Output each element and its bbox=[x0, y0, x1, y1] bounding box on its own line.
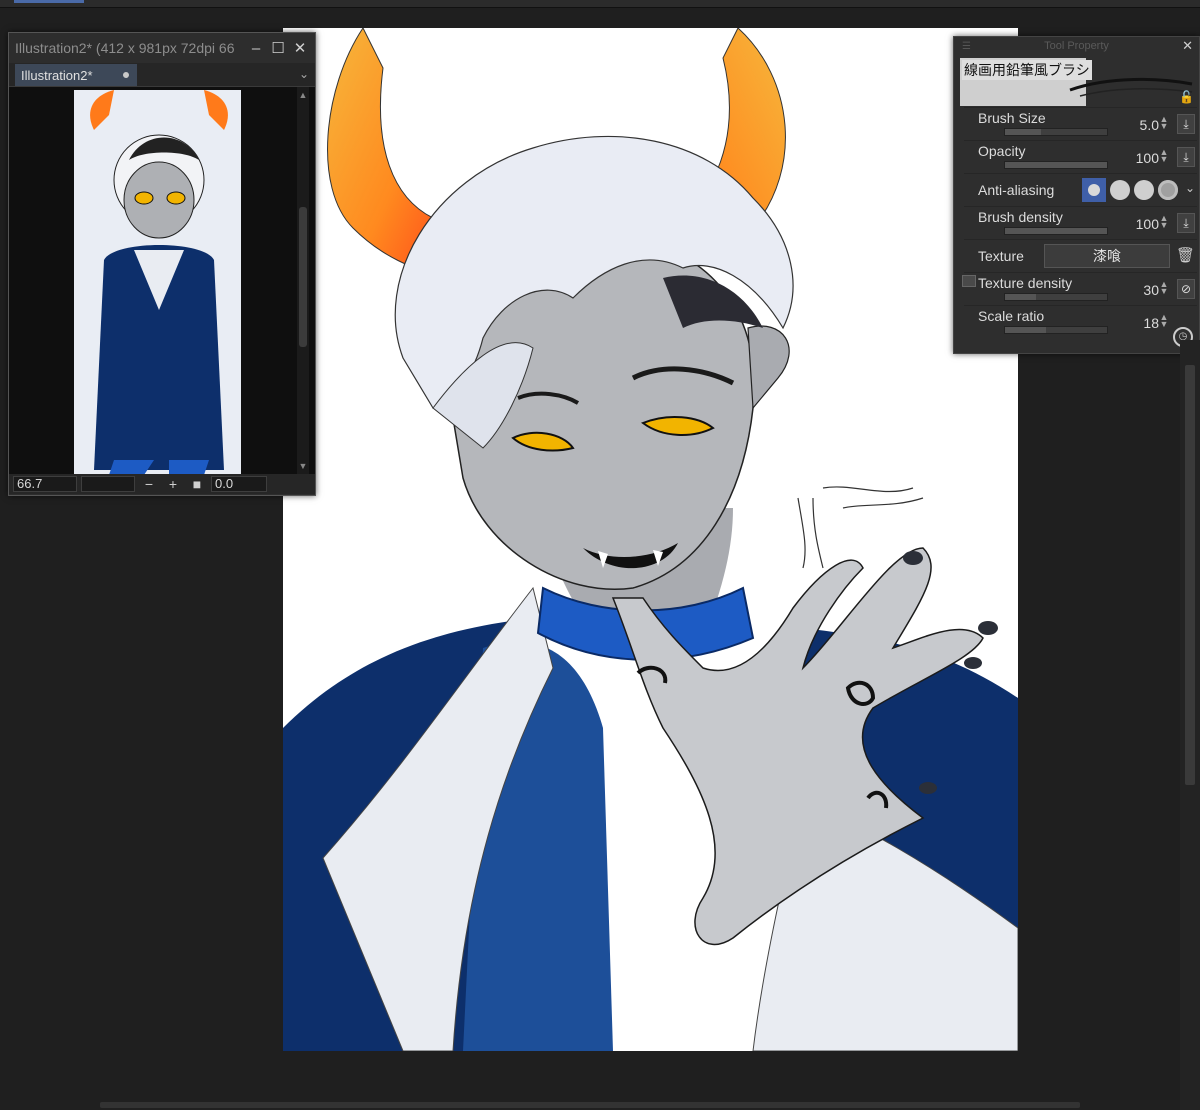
download-icon[interactable]: ⤓ bbox=[1177, 213, 1195, 233]
lock-icon[interactable]: 🔓 bbox=[1179, 90, 1194, 104]
opacity-slider[interactable] bbox=[1004, 161, 1108, 169]
rotation-field[interactable]: 0.0 bbox=[211, 476, 267, 492]
aa-medium-icon[interactable] bbox=[1134, 180, 1154, 200]
canvas-vertical-scrollbar[interactable] bbox=[1180, 340, 1200, 1110]
chevron-down-icon[interactable]: ⌄ bbox=[1185, 181, 1195, 195]
texture-toggle[interactable] bbox=[962, 275, 976, 287]
scroll-thumb[interactable] bbox=[100, 1102, 1080, 1108]
row-texture[interactable]: Texture 漆喰 🗑 bbox=[964, 239, 1197, 272]
drawing-canvas[interactable] bbox=[283, 28, 1018, 1051]
download-icon[interactable]: ⤓ bbox=[1177, 147, 1195, 167]
fit-icon[interactable]: ■ bbox=[187, 476, 207, 492]
scroll-down-icon[interactable]: ▼ bbox=[297, 460, 309, 472]
brush-density-value[interactable]: 100 bbox=[1136, 216, 1159, 232]
navigator-title: Illustration2* (412 x 981px 72dpi 66 bbox=[15, 40, 235, 56]
close-icon[interactable]: ✕ bbox=[289, 37, 311, 59]
spinner-icon[interactable]: ▲ ▼ bbox=[1159, 115, 1169, 131]
row-opacity[interactable]: Opacity 100 ▲ ▼ ⤓ bbox=[964, 140, 1197, 173]
close-icon[interactable]: ✕ bbox=[1182, 38, 1193, 54]
spinner-icon[interactable]: ▲ ▼ bbox=[1159, 280, 1169, 296]
tab-label: Illustration2* bbox=[21, 67, 93, 83]
aa-weak-icon[interactable] bbox=[1110, 180, 1130, 200]
canvas-horizontal-scrollbar[interactable] bbox=[0, 1100, 1180, 1110]
zoom-out-icon[interactable]: − bbox=[139, 476, 159, 492]
scroll-thumb[interactable] bbox=[1185, 365, 1195, 785]
brush-density-label: Brush density bbox=[978, 209, 1063, 225]
tool-property-footer: ◷ bbox=[954, 327, 1199, 349]
texture-density-label: Texture density bbox=[978, 275, 1073, 291]
unsaved-dot-icon bbox=[123, 72, 129, 78]
brush-size-value[interactable]: 5.0 bbox=[1140, 117, 1159, 133]
brush-preview[interactable]: 線画用鉛筆風ブラシ 🔓 bbox=[960, 58, 1196, 108]
navigator-thumbnail bbox=[74, 90, 241, 474]
aa-none-icon[interactable] bbox=[1082, 178, 1106, 202]
texture-label: Texture bbox=[978, 248, 1024, 264]
spinner-icon[interactable]: ▲ ▼ bbox=[1159, 313, 1169, 329]
navigator-window[interactable]: Illustration2* (412 x 981px 72dpi 66 – ☐… bbox=[8, 32, 316, 496]
maximize-icon[interactable]: ☐ bbox=[267, 37, 289, 59]
chevron-down-icon[interactable]: ⌄ bbox=[299, 67, 309, 81]
navigator-footer: 66.7 − + ■ 0.0 bbox=[9, 474, 315, 494]
top-strip bbox=[0, 0, 1200, 8]
scale-ratio-label: Scale ratio bbox=[978, 308, 1045, 324]
navigator-scrollbar[interactable]: ▲ ▼ bbox=[297, 87, 309, 474]
texture-density-slider[interactable] bbox=[1004, 293, 1108, 301]
active-tab-indicator bbox=[14, 0, 84, 3]
anti-aliasing-label: Anti-aliasing bbox=[978, 182, 1055, 198]
navigator-preview[interactable]: ▲ ▼ bbox=[9, 87, 315, 474]
opacity-label: Opacity bbox=[978, 143, 1026, 159]
zoom-in-icon[interactable]: + bbox=[163, 476, 183, 492]
navigator-titlebar[interactable]: Illustration2* (412 x 981px 72dpi 66 – ☐… bbox=[9, 33, 315, 63]
brush-density-slider[interactable] bbox=[1004, 227, 1108, 235]
disable-icon[interactable]: ⊘ bbox=[1177, 279, 1195, 299]
tool-property-title: Tool Property bbox=[1044, 40, 1109, 52]
texture-density-value[interactable]: 30 bbox=[1143, 282, 1159, 298]
spinner-icon[interactable]: ▲ ▼ bbox=[1159, 214, 1169, 230]
opacity-value[interactable]: 100 bbox=[1136, 150, 1159, 166]
anti-aliasing-options bbox=[1082, 178, 1178, 202]
minimize-icon[interactable]: – bbox=[245, 37, 267, 59]
trash-icon[interactable]: 🗑 bbox=[1176, 246, 1195, 264]
brush-name: 線画用鉛筆風ブラシ bbox=[962, 60, 1092, 80]
tool-property-panel[interactable]: ☰ Tool Property ✕ 線画用鉛筆風ブラシ 🔓 Brush Size… bbox=[953, 36, 1200, 354]
texture-selector[interactable]: 漆喰 bbox=[1044, 244, 1170, 268]
row-anti-aliasing[interactable]: Anti-aliasing ⌄ bbox=[964, 173, 1197, 206]
aa-strong-icon[interactable] bbox=[1158, 180, 1178, 200]
navigator-tabbar: Illustration2* ⌄ bbox=[9, 63, 315, 87]
tool-property-header[interactable]: ☰ Tool Property ✕ bbox=[954, 37, 1199, 55]
property-rows: Brush Size 5.0 ▲ ▼ ⤓ Opacity 100 ▲ ▼ ⤓ Ant… bbox=[964, 107, 1197, 338]
tab-illustration2[interactable]: Illustration2* bbox=[15, 64, 137, 86]
row-brush-size[interactable]: Brush Size 5.0 ▲ ▼ ⤓ bbox=[964, 107, 1197, 140]
spinner-icon[interactable]: ▲ ▼ bbox=[1159, 148, 1169, 164]
row-brush-density[interactable]: Brush density 100 ▲ ▼ ⤓ bbox=[964, 206, 1197, 239]
zoom-slider[interactable] bbox=[81, 476, 135, 492]
row-texture-density[interactable]: Texture density 30 ▲ ▼ ⊘ bbox=[964, 272, 1197, 305]
brush-size-label: Brush Size bbox=[978, 110, 1046, 126]
download-icon[interactable]: ⤓ bbox=[1177, 114, 1195, 134]
zoom-field[interactable]: 66.7 bbox=[13, 476, 77, 492]
scroll-thumb[interactable] bbox=[299, 207, 307, 347]
artwork-illustration bbox=[283, 28, 1018, 1051]
scroll-up-icon[interactable]: ▲ bbox=[297, 89, 309, 101]
brush-size-slider[interactable] bbox=[1004, 128, 1108, 136]
